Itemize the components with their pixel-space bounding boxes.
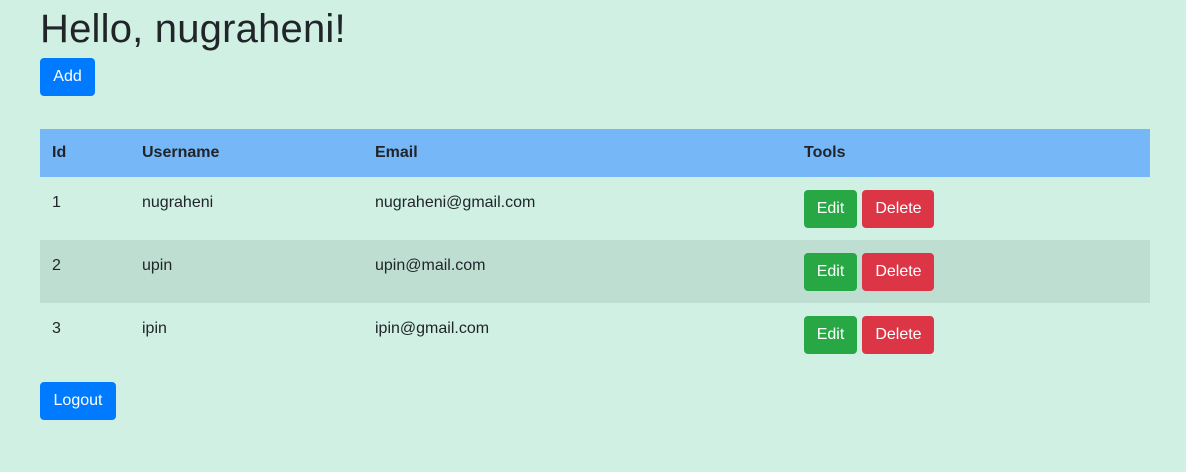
- edit-button[interactable]: Edit: [804, 190, 857, 228]
- delete-button[interactable]: Delete: [862, 190, 935, 228]
- cell-email: ipin@gmail.com: [375, 320, 490, 337]
- cell-email: nugraheni@gmail.com: [375, 194, 536, 211]
- users-table: Id Username Email Tools 1 nugraheni nugr…: [40, 129, 1150, 366]
- cell-tools: Edit Delete: [792, 240, 1150, 303]
- table-row: 2 upin upin@mail.com Edit Delete: [40, 240, 1150, 303]
- edit-button[interactable]: Edit: [804, 316, 857, 354]
- table-row: 3 ipin ipin@gmail.com Edit Delete: [40, 303, 1150, 366]
- column-header-id: Id: [52, 144, 67, 161]
- cell-id: 2: [52, 257, 61, 274]
- cell-id: 3: [52, 320, 61, 337]
- cell-username: nugraheni: [142, 194, 214, 211]
- logout-button[interactable]: Logout: [40, 382, 116, 420]
- cell-username: upin: [142, 257, 173, 274]
- cell-email: upin@mail.com: [375, 257, 486, 274]
- table-header: Id Username Email Tools: [40, 129, 1150, 177]
- edit-button[interactable]: Edit: [804, 253, 857, 291]
- table-header-row: Id Username Email Tools: [40, 129, 1150, 177]
- table-body: 1 nugraheni nugraheni@gmail.com Edit Del…: [40, 177, 1150, 366]
- cell-id: 1: [52, 194, 61, 211]
- cell-username: ipin: [142, 320, 167, 337]
- page-title: Hello, nugraheni!: [40, 7, 346, 51]
- add-button[interactable]: Add: [40, 58, 95, 96]
- table-row: 1 nugraheni nugraheni@gmail.com Edit Del…: [40, 177, 1150, 240]
- cell-tools: Edit Delete: [792, 303, 1150, 366]
- delete-button[interactable]: Delete: [862, 316, 935, 354]
- column-header-username: Username: [142, 144, 220, 161]
- page-container: Hello, nugraheni! Add Id Username Email …: [0, 0, 1150, 420]
- column-header-email: Email: [375, 144, 418, 161]
- delete-button[interactable]: Delete: [862, 253, 935, 291]
- column-header-tools: Tools: [804, 144, 846, 161]
- cell-tools: Edit Delete: [792, 177, 1150, 240]
